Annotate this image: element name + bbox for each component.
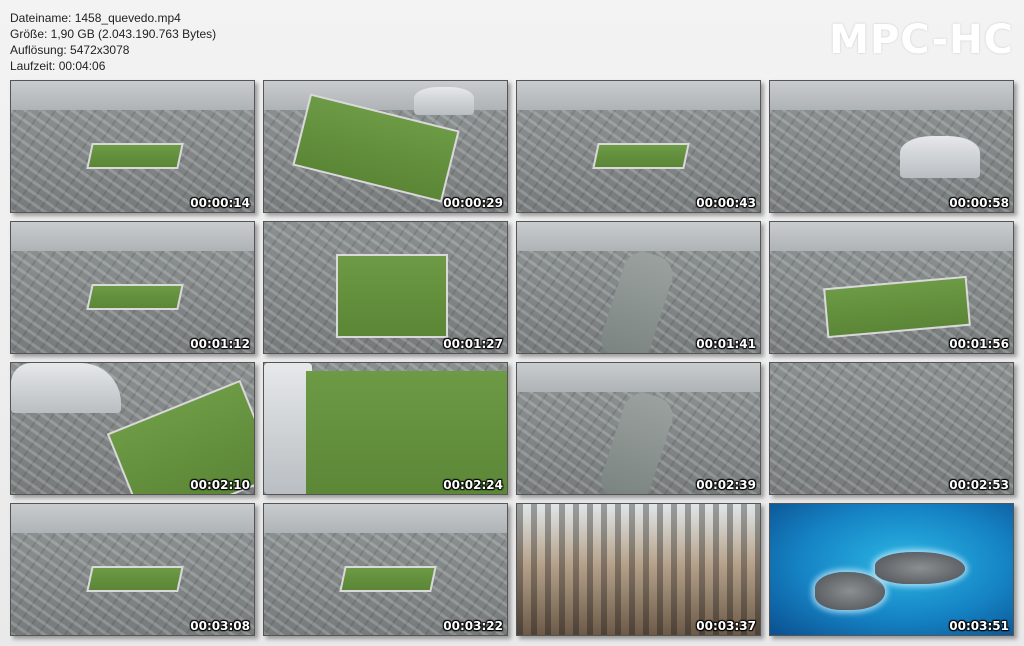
thumbnail-8[interactable]: 00:01:56	[769, 221, 1014, 354]
timestamp-label: 00:01:56	[949, 337, 1009, 351]
city-area	[770, 363, 1013, 494]
timestamp-label: 00:03:22	[443, 619, 503, 633]
football-field	[339, 566, 437, 592]
timestamp-label: 00:02:53	[949, 478, 1009, 492]
football-field	[306, 371, 507, 494]
timestamp-label: 00:02:10	[190, 478, 250, 492]
thumbnail-16[interactable]: 00:03:51	[769, 503, 1014, 636]
sky-area	[11, 81, 254, 110]
thumbnail-11[interactable]: 00:02:39	[516, 362, 761, 495]
football-field	[592, 143, 690, 169]
island-shape	[875, 552, 965, 584]
thumbnail-15[interactable]: 00:03:37	[516, 503, 761, 636]
timestamp-label: 00:01:12	[190, 337, 250, 351]
timestamp-label: 00:00:58	[949, 196, 1009, 210]
football-field	[86, 566, 184, 592]
sky-area	[11, 222, 254, 251]
timestamp-label: 00:01:27	[443, 337, 503, 351]
timestamp-label: 00:02:39	[696, 478, 756, 492]
arena-dome-roof	[900, 136, 980, 178]
thumbnail-2[interactable]: 00:00:29	[263, 80, 508, 213]
thumbnail-12[interactable]: 00:02:53	[769, 362, 1014, 495]
thumbnail-13[interactable]: 00:03:08	[10, 503, 255, 636]
football-field	[86, 143, 184, 169]
football-field	[336, 254, 448, 338]
timestamp-label: 00:00:43	[696, 196, 756, 210]
thumbnail-3[interactable]: 00:00:43	[516, 80, 761, 213]
timestamp-label: 00:03:37	[696, 619, 756, 633]
sky-area	[517, 81, 760, 110]
timestamp-label: 00:01:41	[696, 337, 756, 351]
football-field	[86, 284, 184, 310]
sky-area	[770, 222, 1013, 251]
arena-roof	[11, 363, 121, 413]
thumbnail-7[interactable]: 00:01:41	[516, 221, 761, 354]
thumbnail-1[interactable]: 00:00:14	[10, 80, 255, 213]
timestamp-label: 00:03:51	[949, 619, 1009, 633]
thumbnail-grid: 00:00:14 00:00:29 00:00:43 00:00:58 00:01:12…	[0, 0, 1024, 646]
thumbnail-5[interactable]: 00:01:12	[10, 221, 255, 354]
skyline-image	[517, 504, 760, 635]
sky-area	[517, 363, 760, 392]
timestamp-label: 00:00:14	[190, 196, 250, 210]
stadium-roof	[414, 87, 474, 115]
grandstand	[264, 363, 312, 494]
thumbnail-4[interactable]: 00:00:58	[769, 80, 1014, 213]
thumbnail-9[interactable]: 00:02:10	[10, 362, 255, 495]
sky-area	[770, 81, 1013, 110]
sky-area	[11, 504, 254, 533]
timestamp-label: 00:02:24	[443, 478, 503, 492]
thumbnail-14[interactable]: 00:03:22	[263, 503, 508, 636]
timestamp-label: 00:00:29	[443, 196, 503, 210]
timestamp-label: 00:03:08	[190, 619, 250, 633]
sky-area	[517, 222, 760, 251]
thumbnail-6[interactable]: 00:01:27	[263, 221, 508, 354]
thumbnail-10[interactable]: 00:02:24	[263, 362, 508, 495]
island-shape	[815, 572, 885, 610]
sky-area	[264, 504, 507, 533]
